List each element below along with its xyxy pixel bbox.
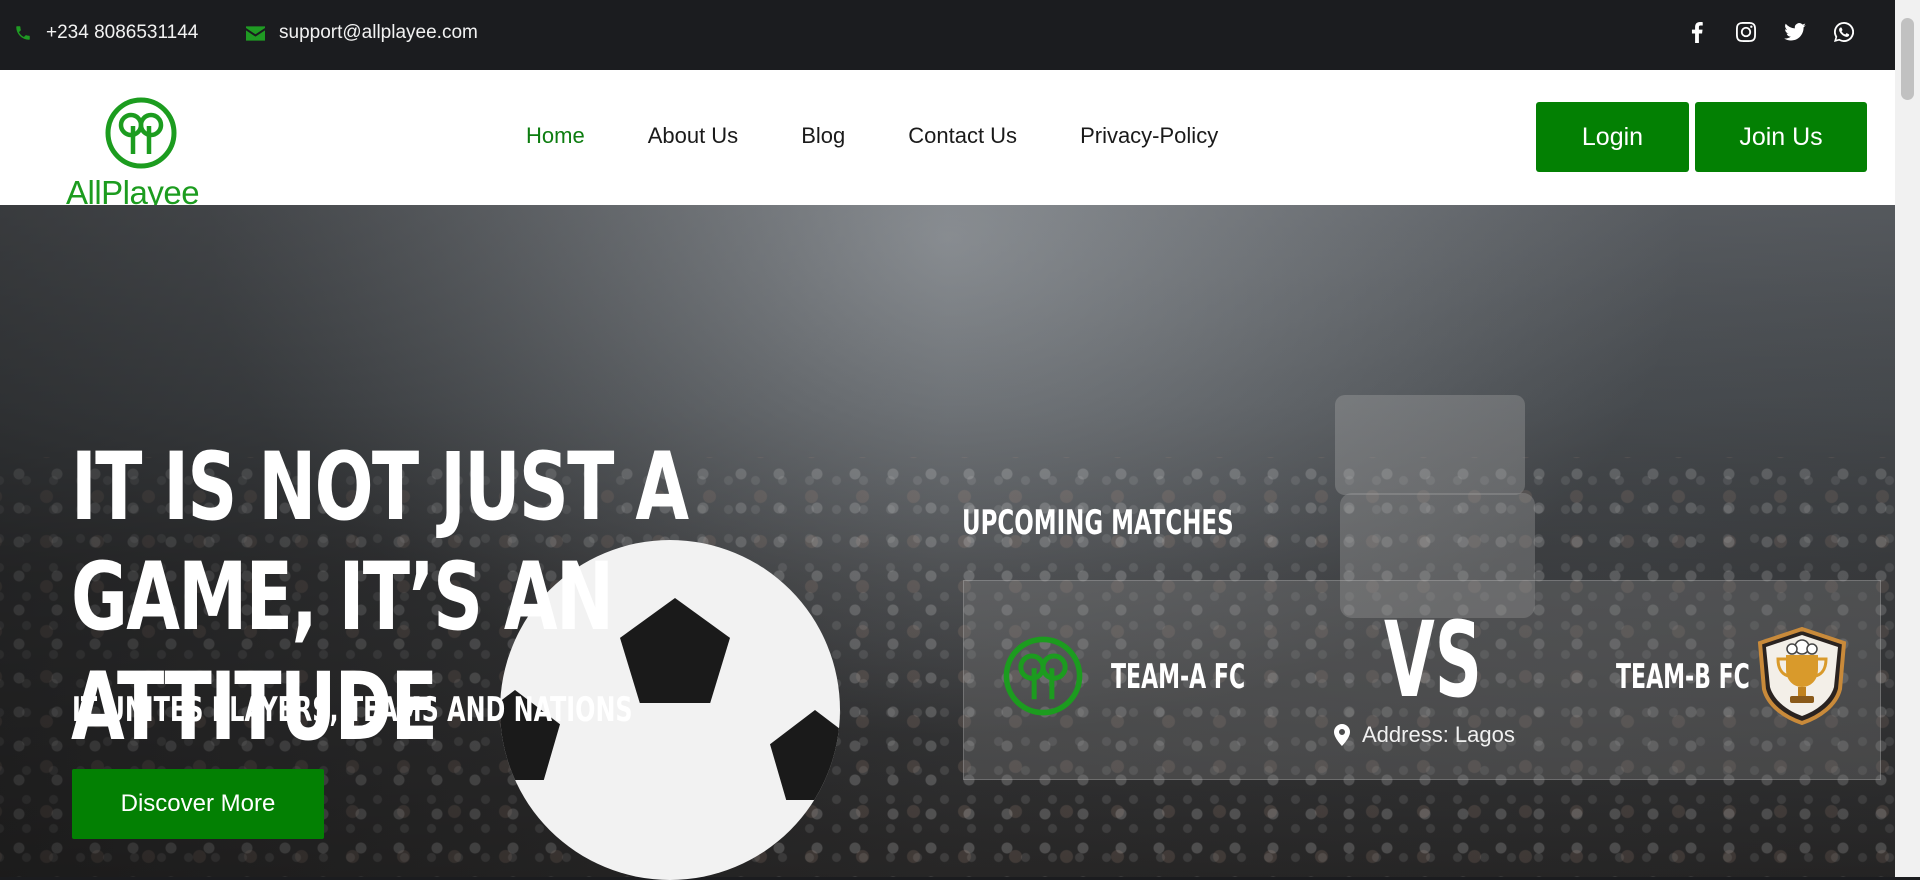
page-scrollbar[interactable] [1895,0,1920,877]
phone-number: +234 8086531144 [46,22,199,43]
hero-subline: IT UNITES PLAYERS, TEAMS AND NATIONS [72,690,633,730]
logo[interactable]: AllPlayee [66,96,226,211]
scrollbar-thumb[interactable] [1901,18,1914,100]
login-button[interactable]: Login [1536,102,1689,172]
join-us-button[interactable]: Join Us [1695,102,1867,172]
main-nav: Home About Us Blog Contact Us Privacy-Po… [526,123,1281,149]
location-pin-icon [1334,724,1350,746]
allplayee-logo-icon [105,97,177,169]
envelope-icon [246,25,265,41]
nav-blog[interactable]: Blog [801,123,845,149]
discover-more-button[interactable]: Discover More [72,769,324,839]
phone-contact[interactable]: +234 8086531144 [14,22,198,44]
site-header: AllPlayee Home About Us Blog Contact Us … [0,70,1895,211]
nav-contact-us[interactable]: Contact Us [908,123,1017,149]
match-card[interactable]: TEAM-A FC VS Address: Lagos TEAM-B FC [963,580,1881,780]
top-contact-bar: +234 8086531144 support@allplayee.com [0,0,1895,70]
team-b-trophy-crest-icon [1757,627,1847,725]
nav-about-us[interactable]: About Us [648,123,739,149]
twitter-icon[interactable] [1784,21,1806,43]
email-address: support@allplayee.com [279,22,478,43]
versus-label: VS [1384,599,1482,721]
whatsapp-icon[interactable] [1833,21,1855,43]
email-contact[interactable]: support@allplayee.com [246,22,478,44]
facebook-icon[interactable] [1686,21,1708,43]
upcoming-matches-title: UPCOMING MATCHES [962,503,1234,543]
address-text: Address: Lagos [1362,722,1515,747]
match-address: Address: Lagos [1334,722,1515,748]
social-links [1686,21,1855,43]
nav-home[interactable]: Home [526,123,585,149]
phone-icon [16,26,30,40]
instagram-icon[interactable] [1735,21,1757,43]
team-a-name: TEAM-A FC [1111,657,1246,697]
team-a-logo-icon [1003,636,1083,716]
nav-privacy-policy[interactable]: Privacy-Policy [1080,123,1218,149]
team-b-name: TEAM-B FC [1616,657,1750,697]
